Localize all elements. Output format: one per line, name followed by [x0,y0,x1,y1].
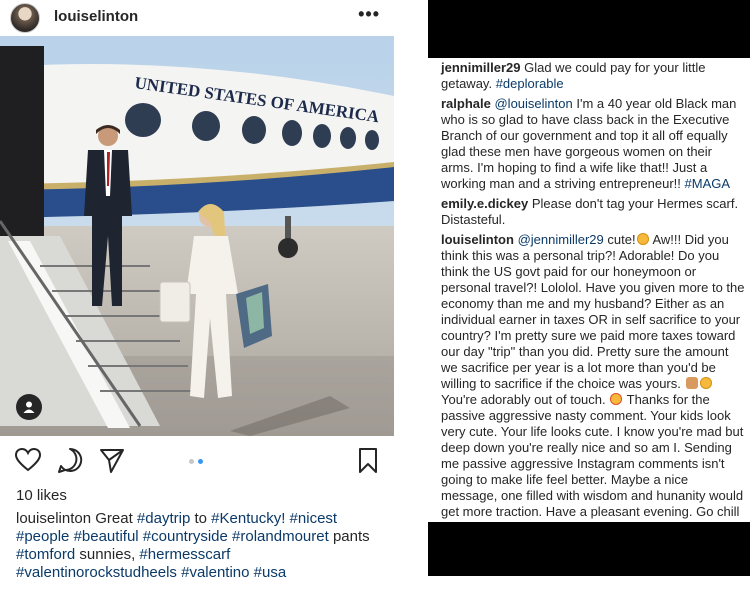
photo-illustration: UNITED STATES OF AMERICA [0,36,394,436]
post-username[interactable]: louiselinton [54,8,138,25]
caption-text: to [194,510,207,527]
caption-text: pants [332,528,370,545]
wink-emoji-icon [636,233,649,245]
comment-text: Aw!!! Did you think this was a personal … [441,232,745,391]
wink-emoji-icon [699,377,712,389]
comment-text: Thanks for the passive aggressive nasty … [441,392,744,535]
hashtag[interactable]: #valentino [181,564,249,581]
hashtag[interactable]: #rolandmouret [232,528,329,545]
comment-text: You're adorably out of touch. [441,392,606,407]
bookmark-icon[interactable] [354,446,384,476]
hashtag[interactable]: #MAGA [685,176,731,191]
hashtag[interactable]: #countryside [143,528,228,545]
user-tag-icon[interactable] [16,394,42,420]
caption-text: Great [95,510,133,527]
comment-username[interactable]: ralphale [441,96,491,111]
comment: ralphale @louiselinton I'm a 40 year old… [441,96,747,192]
avatar[interactable] [10,3,40,33]
mention[interactable]: @jennimiller29 [518,232,604,247]
instagram-post: louiselinton ••• UNITED STATES OF AMERIC… [0,0,394,603]
action-bar [0,446,394,480]
redacted-bar-top [428,0,750,58]
comment-list: jennimiller29 Glad we could pay for your… [441,60,747,540]
hashtag[interactable]: #people [16,528,69,545]
caption-username[interactable]: louiselinton [16,510,91,527]
heart-icon[interactable] [14,446,44,476]
heart-eyes-emoji-icon [610,393,623,405]
redacted-bar-bottom [428,522,750,576]
caption-text: sunnies, [79,546,136,563]
likes-count[interactable]: 10 likes [16,487,67,504]
hashtag[interactable]: #beautiful [74,528,139,545]
user-silhouette [23,401,35,413]
hashtag[interactable]: #hermesscarf [139,546,230,563]
hashtag[interactable]: #valentinorockstudheels [16,564,177,581]
comments-panel: jennimiller29 Glad we could pay for your… [428,0,756,603]
comment-username[interactable]: emily.e.dickey [441,196,528,211]
comment: emily.e.dickey Please don't tag your Her… [441,196,747,228]
comment: jennimiller29 Glad we could pay for your… [441,60,747,92]
flexed-arm-emoji-icon [685,377,698,389]
comment-username[interactable]: jennimiller29 [441,60,520,75]
more-icon[interactable]: ••• [358,4,380,25]
comment-username[interactable]: louiselinton [441,232,514,247]
carousel-dot [189,459,194,464]
hashtag[interactable]: #daytrip [137,510,190,527]
hashtag[interactable]: #tomford [16,546,75,563]
comment-icon[interactable] [56,446,86,476]
share-icon[interactable] [98,446,128,476]
hashtag[interactable]: #nicest [290,510,338,527]
comment-text: cute! [607,232,636,247]
carousel-indicator [189,459,203,464]
carousel-dot-active [198,459,203,464]
post-header: louiselinton ••• [0,0,394,36]
mention[interactable]: @louiselinton [494,96,572,111]
post-photo[interactable]: UNITED STATES OF AMERICA [0,36,394,436]
post-caption: louiselinton Great #daytrip to #Kentucky… [16,510,380,582]
hashtag[interactable]: #Kentucky! [211,510,285,527]
hashtag[interactable]: #deplorable [496,76,564,91]
hashtag[interactable]: #usa [254,564,287,581]
comment: louiselinton @jennimiller29 cute! Aw!!! … [441,232,747,536]
